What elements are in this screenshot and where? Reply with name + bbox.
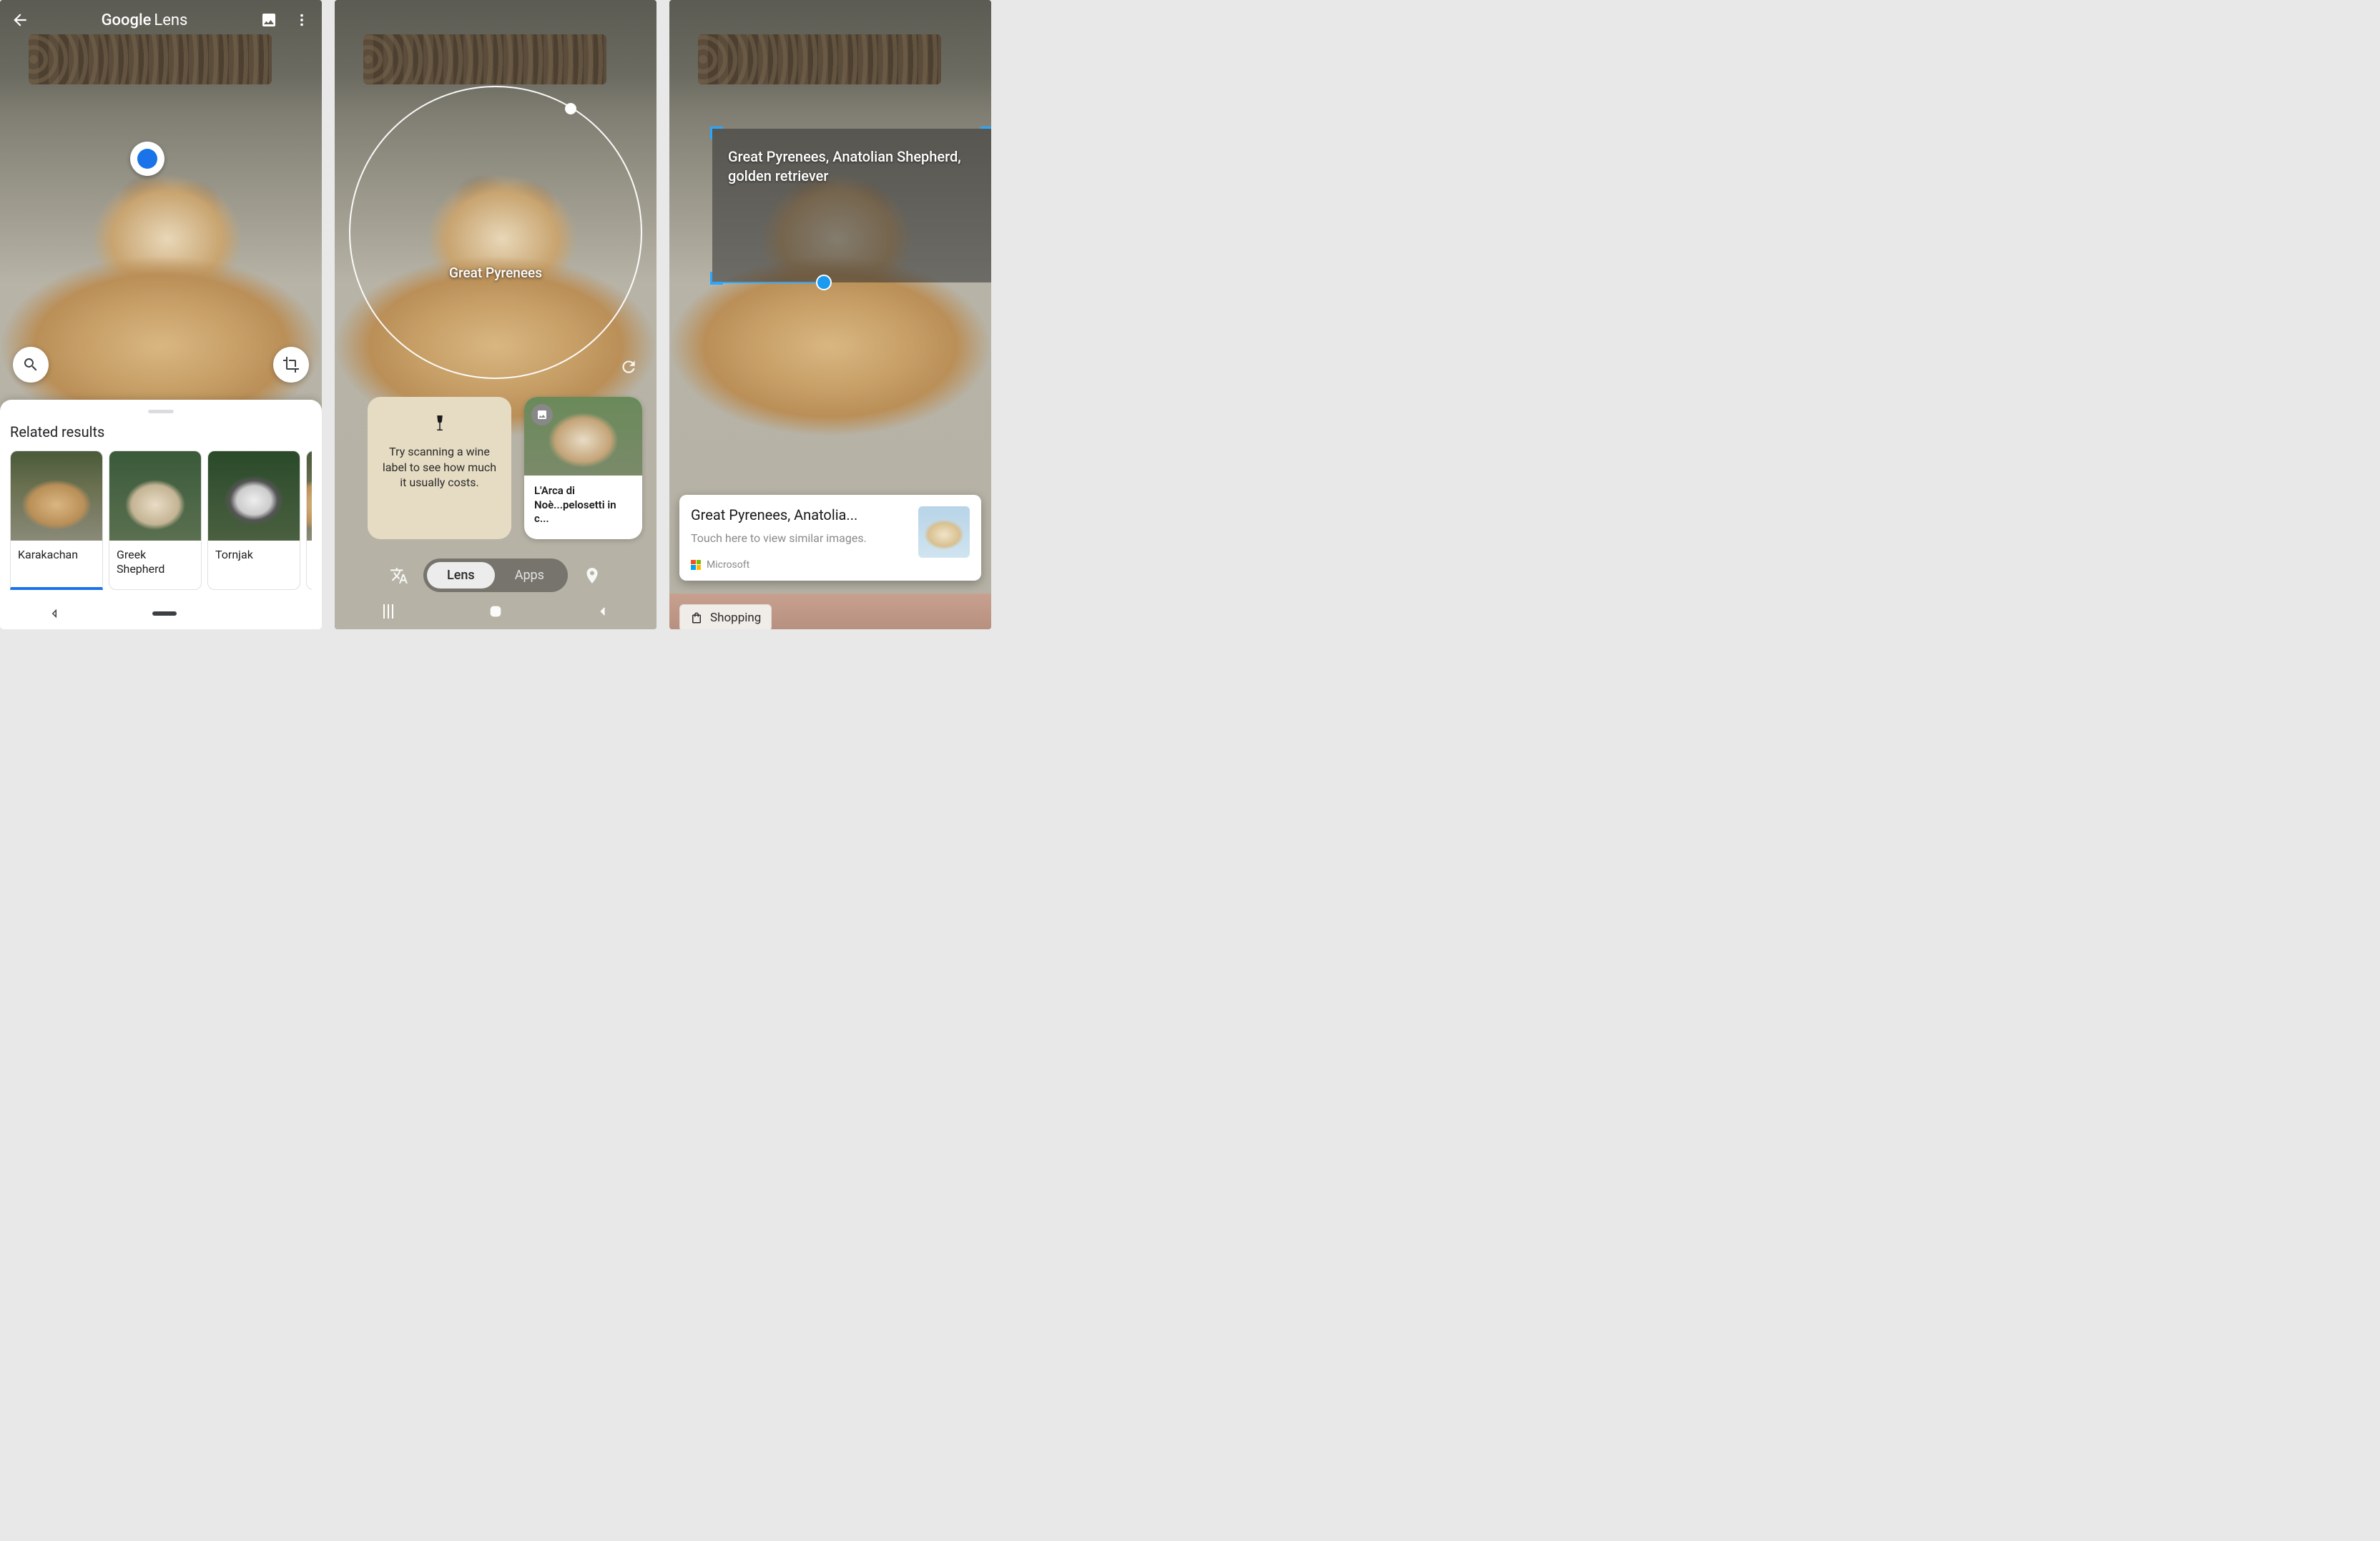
nav-home-pill[interactable] — [152, 611, 177, 616]
back-icon[interactable] — [10, 10, 30, 30]
card-subtitle: Touch here to view similar images. — [691, 531, 908, 546]
search-button[interactable] — [13, 347, 49, 383]
result-thumb — [307, 451, 312, 541]
crop-button[interactable] — [273, 347, 309, 383]
result-card[interactable]: Caucasian Shepherd — [306, 451, 312, 590]
android-nav-bar — [335, 594, 657, 629]
detection-circle[interactable] — [349, 86, 642, 379]
translate-icon[interactable] — [383, 566, 415, 585]
results-sheet[interactable]: Related results Karakachan Greek Shepher… — [0, 400, 322, 597]
nav-recents-icon[interactable] — [378, 601, 398, 621]
result-card[interactable]: Karakachan — [10, 451, 103, 590]
sheet-title: Related results — [10, 423, 312, 440]
app-title: Google Lens — [102, 11, 188, 29]
detection-marker[interactable] — [130, 142, 164, 176]
overflow-icon[interactable] — [292, 10, 312, 30]
tab-lens[interactable]: Lens — [427, 562, 495, 589]
cards-row: Try scanning a wine label to see how muc… — [368, 397, 642, 539]
gallery-icon[interactable] — [259, 10, 279, 30]
card-title: Great Pyrenees, Anatolia... — [691, 506, 908, 523]
result-label: Tornjak — [208, 541, 300, 575]
screen-bing-visual: Great Pyrenees, Anatolian Shepherd, gold… — [669, 0, 991, 629]
tip-text: Try scanning a wine label to see how muc… — [380, 444, 498, 491]
visual-result-card[interactable]: L'Arca di Noè...pelosetti in c... — [524, 397, 642, 539]
result-card[interactable]: Great Pyrenees, Anatolia... Touch here t… — [679, 495, 981, 581]
nav-back-icon[interactable] — [593, 601, 613, 621]
results-row[interactable]: Karakachan Greek Shepherd Tornjak Caucas… — [10, 451, 312, 590]
box-resize-handle[interactable] — [816, 275, 832, 290]
microsoft-logo-icon — [691, 560, 701, 570]
top-bar: Google Lens — [0, 0, 322, 40]
nav-home-icon[interactable] — [486, 601, 506, 621]
tab-apps[interactable]: Apps — [495, 562, 564, 589]
detected-label: Great Pyrenees — [449, 265, 542, 281]
android-nav-bar — [0, 597, 322, 629]
nav-back-icon[interactable] — [44, 604, 64, 624]
shopping-chip[interactable]: Shopping — [679, 604, 772, 629]
result-card[interactable]: Tornjak — [207, 451, 300, 590]
result-thumb — [208, 451, 300, 541]
result-card[interactable]: Greek Shepherd — [109, 451, 202, 590]
tip-card[interactable]: Try scanning a wine label to see how muc… — [368, 397, 511, 539]
wine-glass-icon — [433, 414, 446, 434]
circle-handle[interactable] — [565, 103, 576, 114]
result-label: Caucasian Shepherd — [307, 541, 312, 575]
location-icon[interactable] — [576, 566, 608, 585]
shopping-bag-icon — [690, 611, 703, 624]
image-badge-icon — [531, 404, 553, 425]
mode-bar: Lens Apps — [335, 558, 657, 592]
card-thumb — [918, 506, 970, 558]
result-label: Karakachan — [11, 541, 102, 575]
result-label: Greek Shepherd — [109, 541, 201, 589]
screen-google-lens: Google Lens Related results Karakachan — [0, 0, 322, 629]
result-title: L'Arca di Noè...pelosetti in c... — [524, 476, 642, 539]
refresh-icon[interactable] — [619, 358, 639, 378]
detection-box[interactable]: Great Pyrenees, Anatolian Shepherd, gold… — [712, 129, 991, 282]
result-thumb — [109, 451, 201, 541]
sheet-handle[interactable] — [148, 410, 174, 413]
screen-bixby-lens: Great Pyrenees Try scanning a wine label… — [335, 0, 657, 629]
mode-segment: Lens Apps — [423, 558, 568, 592]
chip-label: Shopping — [710, 611, 761, 625]
card-source: Microsoft — [691, 559, 908, 571]
result-thumb — [11, 451, 102, 541]
detection-text: Great Pyrenees, Anatolian Shepherd, gold… — [712, 129, 991, 205]
